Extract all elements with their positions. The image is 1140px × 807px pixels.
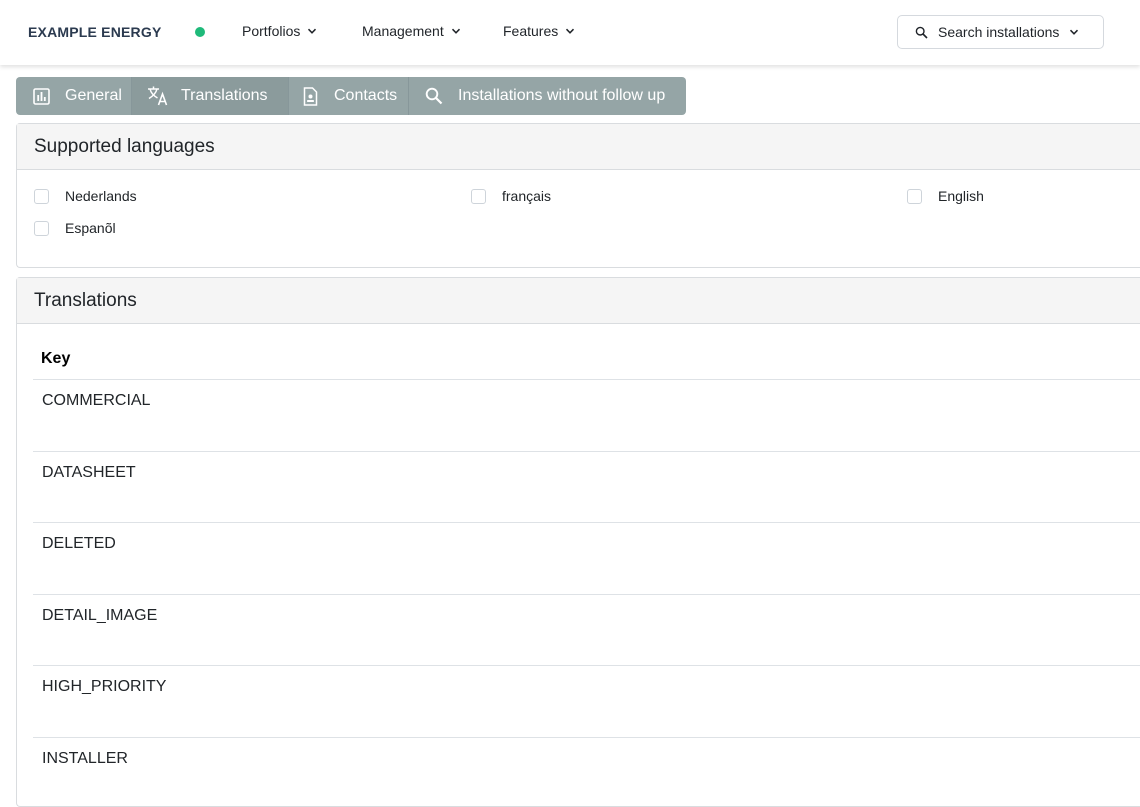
table-row[interactable]: DATASHEET	[33, 451, 1140, 522]
brand-name[interactable]: EXAMPLE ENERGY	[28, 24, 162, 40]
tab-translations-label: Translations	[181, 87, 268, 104]
translate-icon	[148, 86, 168, 106]
chevron-down-icon	[451, 28, 460, 34]
tab-general-label: General	[65, 87, 122, 104]
nav-management-label: Management	[362, 23, 444, 39]
language-label: Nederlands	[65, 188, 137, 204]
contact-card-icon	[303, 86, 318, 106]
tab-installations-label: Installations without follow up	[458, 87, 666, 104]
supported-languages-title: Supported languages	[17, 124, 1140, 170]
language-option-english[interactable]: English	[907, 188, 984, 204]
language-checkbox[interactable]	[34, 220, 49, 236]
table-row[interactable]: HIGH_PRIORITY	[33, 665, 1140, 737]
chevron-down-icon	[566, 28, 575, 34]
translation-key-cell: INSTALLER	[42, 750, 128, 767]
translations-title: Translations	[17, 278, 1140, 324]
chevron-down-icon	[1070, 29, 1079, 35]
table-row[interactable]: DETAIL_IMAGE	[33, 594, 1140, 665]
translation-key-cell: DATASHEET	[42, 464, 136, 481]
language-label: Espanõl	[65, 220, 116, 236]
nav-features-label: Features	[503, 23, 559, 39]
column-header-key: Key	[41, 350, 71, 367]
tab-contacts[interactable]: Contacts	[289, 77, 409, 115]
bar-chart-icon	[33, 87, 50, 105]
language-option-francais[interactable]: français	[471, 188, 551, 204]
translation-key-cell: COMMERCIAL	[42, 392, 151, 409]
nav-portfolios[interactable]: Portfolios	[242, 23, 317, 39]
translation-key-cell: DETAIL_IMAGE	[42, 607, 158, 624]
translation-key-cell: HIGH_PRIORITY	[42, 678, 167, 695]
nav-portfolios-label: Portfolios	[242, 23, 301, 39]
nav-management[interactable]: Management	[362, 23, 461, 39]
table-row[interactable]: DELETED	[33, 522, 1140, 594]
tab-general[interactable]: General	[16, 77, 132, 115]
language-checkbox[interactable]	[907, 188, 922, 204]
language-option-nederlands[interactable]: Nederlands	[34, 188, 137, 204]
tab-translations[interactable]: Translations	[132, 77, 289, 115]
language-label: français	[502, 188, 552, 204]
translation-key-cell: DELETED	[42, 535, 116, 552]
tab-installations-without-follow-up[interactable]: Installations without follow up	[409, 77, 686, 115]
search-installations-label: Search installations	[938, 24, 1060, 40]
status-indicator	[195, 27, 205, 37]
search-icon	[425, 87, 443, 105]
chevron-down-icon	[308, 28, 317, 34]
top-navbar: EXAMPLE ENERGY Portfolios Management Fea…	[0, 0, 1140, 65]
language-option-espanol[interactable]: Espanõl	[34, 220, 116, 236]
language-checkbox[interactable]	[34, 188, 49, 204]
language-checkbox[interactable]	[471, 188, 486, 204]
translations-card: Translations Key COMMERCIAL DATASHEET DE…	[16, 277, 1140, 807]
nav-features[interactable]: Features	[503, 23, 575, 39]
supported-languages-card: Supported languages Nederlands français …	[16, 123, 1140, 268]
section-tabs: General Translations Contacts Installati…	[16, 77, 686, 115]
table-row[interactable]: COMMERCIAL	[33, 379, 1140, 451]
search-icon	[915, 26, 928, 39]
tab-contacts-label: Contacts	[334, 87, 398, 104]
table-row[interactable]: INSTALLER	[33, 737, 1140, 797]
search-installations-button[interactable]: Search installations	[897, 15, 1104, 49]
language-label: English	[938, 188, 984, 204]
